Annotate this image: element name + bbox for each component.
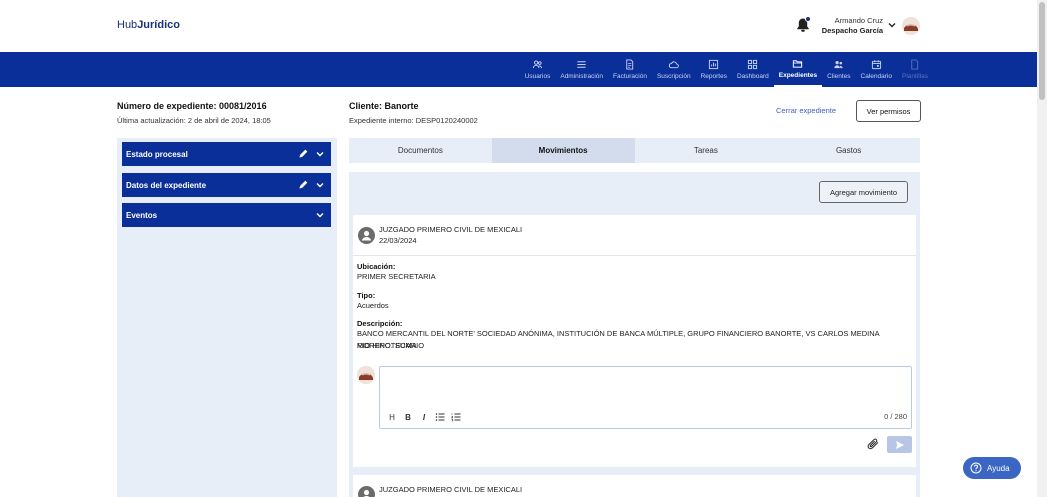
nav-label: Plantillas [901,73,928,80]
case-side-panel: Estado procesal Datos del expediente Eve… [117,138,337,497]
nav-label: Reportes [700,73,727,80]
commenter-avatar [357,366,375,384]
nav-label: Administración [560,73,603,80]
view-permissions-button[interactable]: Ver permisos [856,100,921,122]
nav-label: Calendario [860,73,892,80]
nav-label: Usuarios [524,73,551,80]
ubicacion-value: PRIMER SECRETARIA [357,272,436,281]
nav-item-suscripcion[interactable]: Suscripción [652,52,696,87]
nav-item-facturacion[interactable]: Facturación [608,52,652,87]
accordion-label: Estado procesal [126,149,188,159]
page-scrollbar[interactable] [1037,0,1047,497]
case-number: Número de expediente: 00081/2016 [117,101,267,111]
nav-item-clientes[interactable]: Clientes [822,52,855,87]
top-header: HubJurídico Armando Cruz Despacho García [0,0,1047,52]
accordion-label: Datos del expediente [126,180,207,190]
nav-item-plantillas[interactable]: Plantillas [897,52,933,87]
comment-editor[interactable]: H B I 0 / 280 [379,366,912,429]
nav-item-dashboard[interactable]: Dashboard [732,52,774,87]
nav-item-administracion[interactable]: Administración [555,52,608,87]
bold-button[interactable]: B [403,412,413,422]
notification-dot [805,16,811,22]
pencil-icon[interactable] [298,148,309,159]
nav-label: Dashboard [736,73,769,80]
movement-date: 22/03/2024 [379,236,417,245]
dashboard-icon [748,59,758,70]
ubicacion-label: Ubicación: [357,262,396,271]
bullet-list-icon[interactable] [435,412,445,422]
chevron-down-icon[interactable] [315,210,325,220]
help-label: Ayuda [987,463,1010,473]
descripcion-value-line2: RIO HIPOTECARIO [357,341,425,350]
tab-tareas[interactable]: Tareas [635,138,778,163]
scrollbar-thumb[interactable] [1039,2,1045,100]
paperclip-icon[interactable] [866,438,880,450]
case-tabs: Documentos Movimientos Tareas Gastos [349,138,920,163]
add-movement-button[interactable]: Agregar movimiento [819,181,908,203]
nav-item-reportes[interactable]: Reportes [696,52,732,87]
user-name[interactable]: Armando Cruz [820,16,883,25]
movement-card: JUZGADO PRIMERO CIVIL DE MEXICALI 22/03/… [353,215,916,467]
main-navbar: Usuarios Administración Facturación Susc… [0,52,1037,87]
user-avatar[interactable] [902,17,920,35]
tab-movimientos[interactable]: Movimientos [491,138,635,163]
nav-label: Expedientes [778,72,818,79]
movement-card: JUZGADO PRIMERO CIVIL DE MEXICALI [353,475,916,497]
case-internal-id: Expediente interno: DESP0120240002 [349,116,478,125]
movement-court: JUZGADO PRIMERO CIVIL DE MEXICALI [379,485,523,494]
nav-item-usuarios[interactable]: Usuarios [520,52,556,87]
chevron-down-icon[interactable] [887,20,897,30]
clients-icon [834,61,843,69]
user-firm[interactable]: Despacho García [810,26,883,35]
editor-toolbar: H B I [387,412,461,422]
help-button[interactable]: Ayuda [963,457,1021,479]
accordion-label: Eventos [126,210,158,220]
template-icon [911,59,919,70]
tab-documentos[interactable]: Documentos [349,138,492,163]
menu-icon [577,61,586,68]
cloud-icon [669,61,680,69]
accordion-eventos[interactable]: Eventos [122,203,331,227]
chevron-down-icon[interactable] [315,149,325,159]
tab-gastos[interactable]: Gastos [777,138,920,163]
italic-button[interactable]: I [419,412,429,422]
heading-button[interactable]: H [387,412,397,422]
court-avatar [358,486,375,497]
pencil-icon[interactable] [298,179,309,190]
send-icon [895,440,904,449]
case-client: Cliente: Banorte [349,101,419,111]
report-icon [709,59,719,70]
numbered-list-icon[interactable] [451,412,461,422]
calendar-icon [871,60,881,70]
nav-label: Clientes [827,73,851,80]
help-icon [970,462,982,474]
nav-item-calendario[interactable]: Calendario [856,52,897,87]
users-icon [532,60,543,69]
descripcion-label: Descripción: [357,319,403,328]
character-counter: 0 / 280 [884,412,907,421]
nav-label: Facturación [613,73,647,80]
accordion-estado-procesal[interactable]: Estado procesal [122,142,331,166]
movement-court: JUZGADO PRIMERO CIVIL DE MEXICALI [379,225,523,234]
descripcion-value-line1: BANCO MERCANTIL DEL NORTE' SOCIEDAD ANÓN… [357,329,880,350]
chevron-down-icon[interactable] [315,180,325,190]
folder-icon [793,60,803,68]
nav-label: Suscripción [656,73,691,80]
court-avatar [358,227,375,244]
movement-card-header: JUZGADO PRIMERO CIVIL DE MEXICALI 22/03/… [353,215,916,256]
case-last-updated: Última actualización: 2 de abril de 2024… [117,116,271,125]
invoice-icon [626,59,634,70]
send-comment-button[interactable] [887,436,912,453]
tipo-value: Acuerdos [357,301,389,310]
accordion-datos-expediente[interactable]: Datos del expediente [122,173,331,197]
nav-item-expedientes[interactable]: Expedientes [773,52,823,87]
close-case-link[interactable]: Cerrar expediente [776,106,836,115]
app-logo[interactable]: HubJurídico [117,19,180,31]
tipo-label: Tipo: [357,291,376,300]
